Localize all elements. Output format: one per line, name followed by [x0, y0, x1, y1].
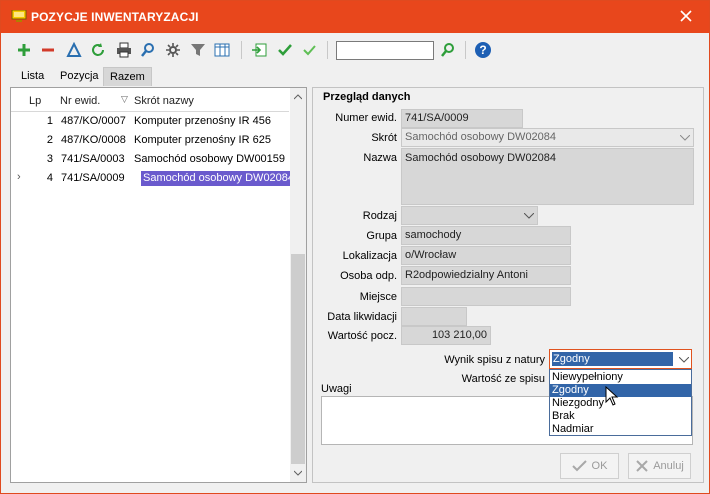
delta-icon[interactable] [65, 41, 83, 59]
cell-lp: 4 [46, 172, 53, 184]
settings-icon[interactable] [164, 41, 182, 59]
search-icon[interactable] [139, 41, 157, 59]
refresh-icon[interactable] [89, 41, 107, 59]
tab-pozycja[interactable]: Pozycja [54, 67, 105, 86]
check-icon [571, 460, 587, 472]
cell-nr: 741/SA/0003 [61, 153, 125, 165]
help-icon[interactable]: ? [474, 41, 492, 59]
filter-icon[interactable] [189, 41, 207, 59]
cell-nr: 487/KO/0007 [61, 115, 126, 127]
option-niewypelniony[interactable]: Niewypełniony [550, 371, 691, 384]
columns-icon[interactable] [213, 41, 231, 59]
field-rodzaj[interactable] [401, 206, 538, 225]
table-row-selected[interactable]: › 4 741/SA/0009 Samochód osobowy DW02084 [11, 169, 297, 188]
label-data-likwidacji: Data likwidacji [327, 311, 397, 323]
column-header-name[interactable]: Skrót nazwy [134, 95, 194, 107]
option-zgodny[interactable]: Zgodny [550, 384, 691, 397]
cell-name: Samochód osobowy DW00159 [134, 153, 286, 165]
remove-icon[interactable] [39, 41, 57, 59]
label-lokalizacja: Lokalizacja [342, 250, 397, 262]
wynik-selected-value: Zgodny [552, 352, 673, 366]
field-nazwa[interactable]: Samochód osobowy DW02084 [401, 148, 694, 205]
field-grupa[interactable]: samochody [401, 226, 571, 245]
cancel-button[interactable]: Anuluj [628, 453, 691, 479]
print-icon[interactable] [115, 41, 133, 59]
label-grupa: Grupa [366, 230, 397, 242]
field-osoba[interactable]: R2odpowiedzialny Antoni [401, 266, 571, 285]
label-uwagi: Uwagi [321, 383, 352, 395]
add-icon[interactable] [15, 41, 33, 59]
wynik-select[interactable]: Zgodny [549, 349, 692, 369]
scroll-down-icon[interactable] [294, 470, 302, 476]
tab-razem[interactable]: Razem [103, 67, 152, 86]
chevron-down-icon[interactable] [676, 351, 692, 368]
scrollbar-thumb[interactable] [291, 254, 305, 464]
check-icon[interactable] [276, 41, 294, 59]
field-lokalizacja[interactable]: o/Wrocław [401, 246, 571, 265]
toolbar-separator [465, 41, 466, 59]
export-icon[interactable] [250, 41, 268, 59]
toolbar-separator [327, 41, 328, 59]
field-skrot[interactable]: Samochód osobowy DW02084 [401, 128, 694, 147]
cell-lp: 2 [46, 134, 53, 146]
label-miejsce: Miejsce [359, 291, 397, 303]
app-monitor-icon [11, 10, 27, 22]
cell-nr: 487/KO/0008 [61, 134, 126, 146]
cell-name: Komputer przenośny IR 625 [134, 134, 271, 146]
toolbar-separator [241, 41, 242, 59]
field-data-likwidacji[interactable] [401, 307, 467, 326]
scroll-up-icon[interactable] [294, 94, 302, 100]
cell-lp: 1 [46, 115, 53, 127]
field-miejsce[interactable] [401, 287, 571, 306]
cell-name: Komputer przenośny IR 456 [134, 115, 271, 127]
ok-button[interactable]: OK [560, 453, 619, 479]
panel-title: Przegląd danych [321, 91, 413, 103]
svg-text:?: ? [479, 43, 486, 57]
label-wartosc-spisu: Wartość ze spisu [461, 373, 545, 385]
option-nadmiar[interactable]: Nadmiar [550, 423, 691, 436]
table-row[interactable]: 2 487/KO/0008 Komputer przenośny IR 625 [11, 131, 289, 150]
window: POZYCJE INWENTARYZACJI ? Lista Pozycja R… [0, 0, 710, 494]
column-header-lp[interactable]: Lp [29, 95, 41, 107]
field-wartosc-pocz[interactable]: 103 210,00 [401, 326, 491, 345]
ok-label: OK [591, 460, 608, 472]
table-row[interactable]: 1 487/KO/0007 Komputer przenośny IR 456 [11, 112, 289, 131]
chevron-down-icon[interactable] [521, 207, 537, 224]
cell-lp: 3 [46, 153, 53, 165]
grid-scrollbar[interactable] [290, 88, 306, 482]
option-brak[interactable]: Brak [550, 410, 691, 423]
option-niezgodny[interactable]: Niezgodny [550, 397, 691, 410]
toolbar-search-input[interactable] [336, 41, 434, 60]
items-grid: Lp Nr ewid. ▽ Skrót nazwy 1 487/KO/0007 … [10, 87, 307, 483]
sort-desc-icon: ▽ [121, 94, 128, 104]
tab-lista[interactable]: Lista [15, 67, 50, 86]
cell-name: Samochód osobowy DW02084 [141, 171, 297, 186]
column-header-nr[interactable]: Nr ewid. [60, 95, 100, 107]
grid-header: Lp Nr ewid. ▽ Skrót nazwy [11, 88, 289, 112]
title-bar: POZYCJE INWENTARYZACJI [1, 1, 709, 33]
label-rodzaj: Rodzaj [362, 210, 397, 222]
cancel-x-icon [636, 460, 648, 472]
window-title: POZYCJE INWENTARYZACJI [31, 10, 199, 24]
label-osoba: Osoba odp. [340, 270, 397, 282]
find-icon[interactable] [439, 41, 457, 59]
cell-nr: 741/SA/0009 [61, 172, 125, 184]
close-icon[interactable] [677, 7, 695, 25]
label-numer: Numer ewid. [335, 112, 397, 124]
label-skrot: Skrót [371, 132, 397, 144]
label-wynik: Wynik spisu z natury [444, 354, 545, 366]
wynik-dropdown-list[interactable]: Niewypełniony Zgodny Niezgodny Brak Nadm… [549, 369, 692, 436]
field-numer[interactable]: 741/SA/0009 [401, 109, 523, 128]
label-nazwa: Nazwa [363, 152, 397, 164]
label-wartosc-pocz: Wartość pocz. [327, 330, 397, 342]
chevron-down-icon[interactable] [677, 129, 693, 146]
check-light-icon[interactable] [300, 41, 318, 59]
cancel-label: Anuluj [653, 460, 684, 472]
mouse-cursor-icon [605, 386, 619, 406]
table-row[interactable]: 3 741/SA/0003 Samochód osobowy DW00159 [11, 150, 289, 169]
